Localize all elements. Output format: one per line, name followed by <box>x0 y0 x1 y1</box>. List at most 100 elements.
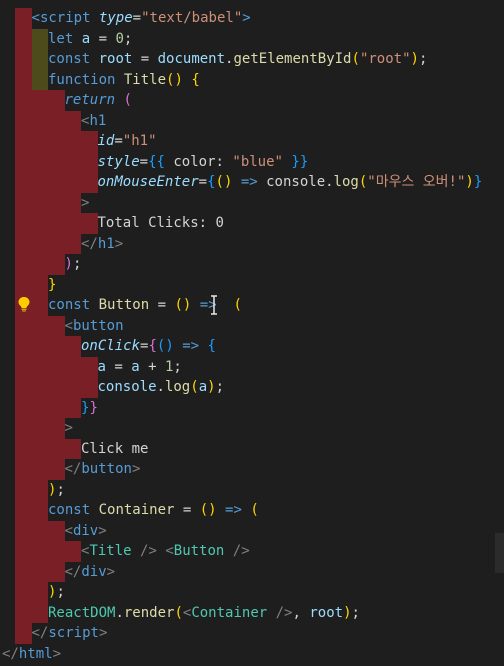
indent-guide <box>31 418 48 439</box>
code-token: = <box>90 30 116 47</box>
code-text: const Container = () => ( <box>48 500 259 521</box>
indent-guide <box>31 233 48 254</box>
code-text: ReactDOM.render(<Container />, root); <box>48 603 360 624</box>
indent-guide <box>15 110 32 131</box>
code-token: style <box>97 153 140 170</box>
code-editor[interactable]: <script type="text/babel"> let a = 0; cons… <box>0 0 504 666</box>
code-token: } <box>473 174 483 190</box>
code-line[interactable]: style={{ color: "blue" }} <box>0 151 504 172</box>
code-line[interactable]: const Button = () => ( <box>0 295 504 316</box>
code-line[interactable]: <Title /> <Button /> <box>0 541 504 562</box>
code-line[interactable]: <button <box>0 315 504 336</box>
code-line[interactable]: } <box>0 274 504 295</box>
code-token: = <box>132 10 142 26</box>
indent-guide <box>81 131 98 152</box>
indent-guide <box>15 459 32 480</box>
code-token: > <box>52 645 62 662</box>
code-text: <Title /> <Button /> <box>81 541 250 562</box>
code-token: type <box>98 10 133 26</box>
code-line[interactable]: const root = document.getElementById("ro… <box>0 49 504 70</box>
code-line[interactable]: </html> <box>0 644 504 665</box>
indent-guide <box>15 315 32 336</box>
code-line[interactable]: </script> <box>0 623 504 644</box>
indent-guide <box>31 192 48 213</box>
indent-guide <box>48 233 65 254</box>
code-token: () <box>199 502 217 518</box>
indent-guide <box>64 131 81 152</box>
code-token: onClick <box>81 338 141 354</box>
code-line[interactable]: let a = 0; <box>0 28 504 49</box>
code-token: ; <box>351 604 360 621</box>
code-line[interactable]: Click me <box>0 438 504 459</box>
scrollbar-thumb[interactable] <box>495 533 504 573</box>
code-line[interactable]: onClick={() => { <box>0 336 504 357</box>
code-text: a = a + 1; <box>98 357 182 378</box>
indent-guide <box>48 377 65 398</box>
code-token: h1 <box>97 235 115 252</box>
code-token: > <box>64 420 73 436</box>
indent-guide <box>31 295 48 316</box>
code-line[interactable]: </button> <box>0 459 504 480</box>
code-line[interactable]: > <box>0 418 504 439</box>
code-token: root <box>98 51 133 67</box>
code-line[interactable]: function Title() { <box>0 69 504 91</box>
code-text: }} <box>81 398 98 419</box>
indent-guide <box>48 172 65 193</box>
code-token: const <box>48 51 91 67</box>
code-line[interactable]: </h1> <box>0 233 504 255</box>
indent-guide <box>31 561 48 582</box>
code-token: } <box>48 276 57 293</box>
code-line[interactable]: console.log(a); <box>0 377 504 398</box>
code-token: Click me <box>81 440 149 457</box>
code-line[interactable]: a = a + 1; <box>0 356 504 378</box>
code-text: function Title() { <box>48 70 200 91</box>
indent-guide <box>81 213 98 234</box>
code-line[interactable]: > <box>0 192 504 213</box>
indent-guide <box>48 315 65 336</box>
code-line[interactable]: return ( <box>0 90 504 111</box>
code-token: button <box>81 461 132 477</box>
code-line[interactable]: ); <box>0 582 504 603</box>
indent-guide <box>64 377 81 398</box>
code-line[interactable]: }} <box>0 397 504 419</box>
code-text: id="h1" <box>98 131 157 152</box>
code-token: div <box>72 522 99 539</box>
indent-guide <box>31 69 48 90</box>
code-line[interactable]: <h1 <box>0 110 504 131</box>
indent-guide <box>31 541 48 562</box>
indent-guide <box>48 151 65 172</box>
indent-guide <box>64 438 81 459</box>
code-line[interactable]: ); <box>0 479 504 500</box>
code-line[interactable]: onMouseEnter={() => console.log("마우스 오버!… <box>0 172 504 193</box>
code-line[interactable]: <script type="text/babel"> <box>0 8 504 29</box>
code-line[interactable]: <div> <box>0 520 504 541</box>
code-token: . <box>156 379 165 395</box>
code-line[interactable]: id="h1" <box>0 131 504 152</box>
code-token: let <box>48 30 74 47</box>
code-token: console <box>97 379 157 395</box>
code-token: > <box>106 563 116 580</box>
code-line[interactable]: </div> <box>0 561 504 582</box>
code-token: Container <box>98 502 175 518</box>
code-text: </h1> <box>81 234 123 255</box>
code-token: ) <box>343 604 352 621</box>
code-token: log <box>164 379 191 395</box>
code-line[interactable]: ); <box>0 254 504 275</box>
code-token: Title <box>123 71 167 88</box>
code-token: ; <box>215 379 224 395</box>
code-token: ; <box>173 358 182 375</box>
lightbulb-icon[interactable] <box>17 296 31 312</box>
code-line[interactable]: ReactDOM.render(<Container />, root); <box>0 602 504 624</box>
code-line[interactable]: Total Clicks: 0 <box>0 213 504 234</box>
code-line[interactable]: const Container = () => ( <box>0 500 504 521</box>
code-token: < <box>165 543 174 559</box>
code-token: ( <box>190 379 199 395</box>
code-text: onMouseEnter={() => console.log("마우스 오버!… <box>98 172 483 193</box>
code-token: "text/babel" <box>141 10 243 26</box>
indent-guide <box>31 49 48 70</box>
